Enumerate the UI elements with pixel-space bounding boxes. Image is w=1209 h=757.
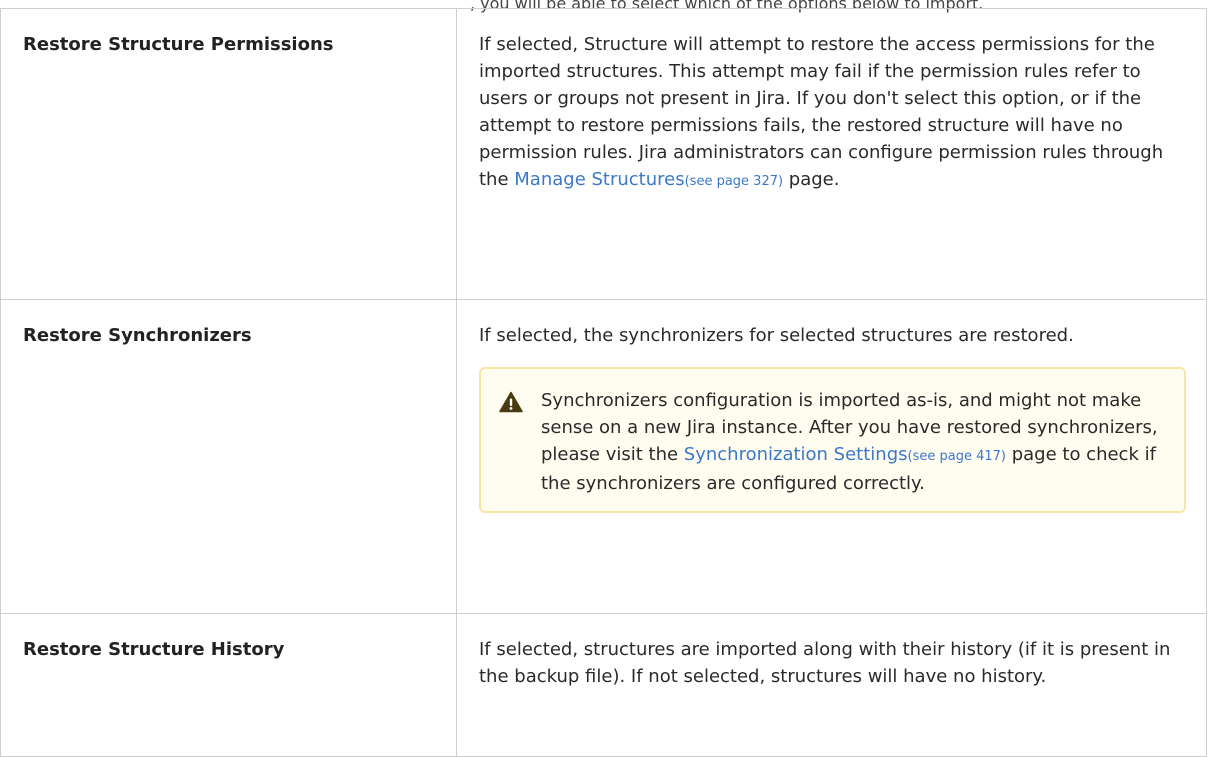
option-description-text: If selected, structures are imported alo… xyxy=(479,639,1171,687)
option-description: If selected, structures are imported alo… xyxy=(456,613,1207,757)
synchronization-settings-link[interactable]: Synchronization Settings(see page 417) xyxy=(684,444,1006,465)
option-name: Restore Synchronizers xyxy=(0,299,457,614)
manage-structures-link[interactable]: Manage Structures(see page 327) xyxy=(514,169,783,190)
option-description: If selected, the synchronizers for selec… xyxy=(456,299,1207,614)
option-description-text: If selected, the synchronizers for selec… xyxy=(479,325,1074,346)
warning-note-text: Synchronizers configuration is imported … xyxy=(541,390,1158,494)
warning-note: Synchronizers configuration is imported … xyxy=(479,367,1186,513)
option-name: Restore Structure Permissions xyxy=(0,8,457,300)
table-row: Restore Synchronizers If selected, the s… xyxy=(0,299,1207,614)
table-row: Restore Structure History If selected, s… xyxy=(0,613,1207,757)
option-description: If selected, Structure will attempt to r… xyxy=(456,8,1207,300)
option-description-text: If selected, Structure will attempt to r… xyxy=(479,34,1164,190)
warning-icon xyxy=(499,391,523,413)
table-row: Restore Structure Permissions If selecte… xyxy=(0,8,1207,300)
import-options-table: Restore Structure Permissions If selecte… xyxy=(0,8,1207,757)
option-name: Restore Structure History xyxy=(0,613,457,757)
